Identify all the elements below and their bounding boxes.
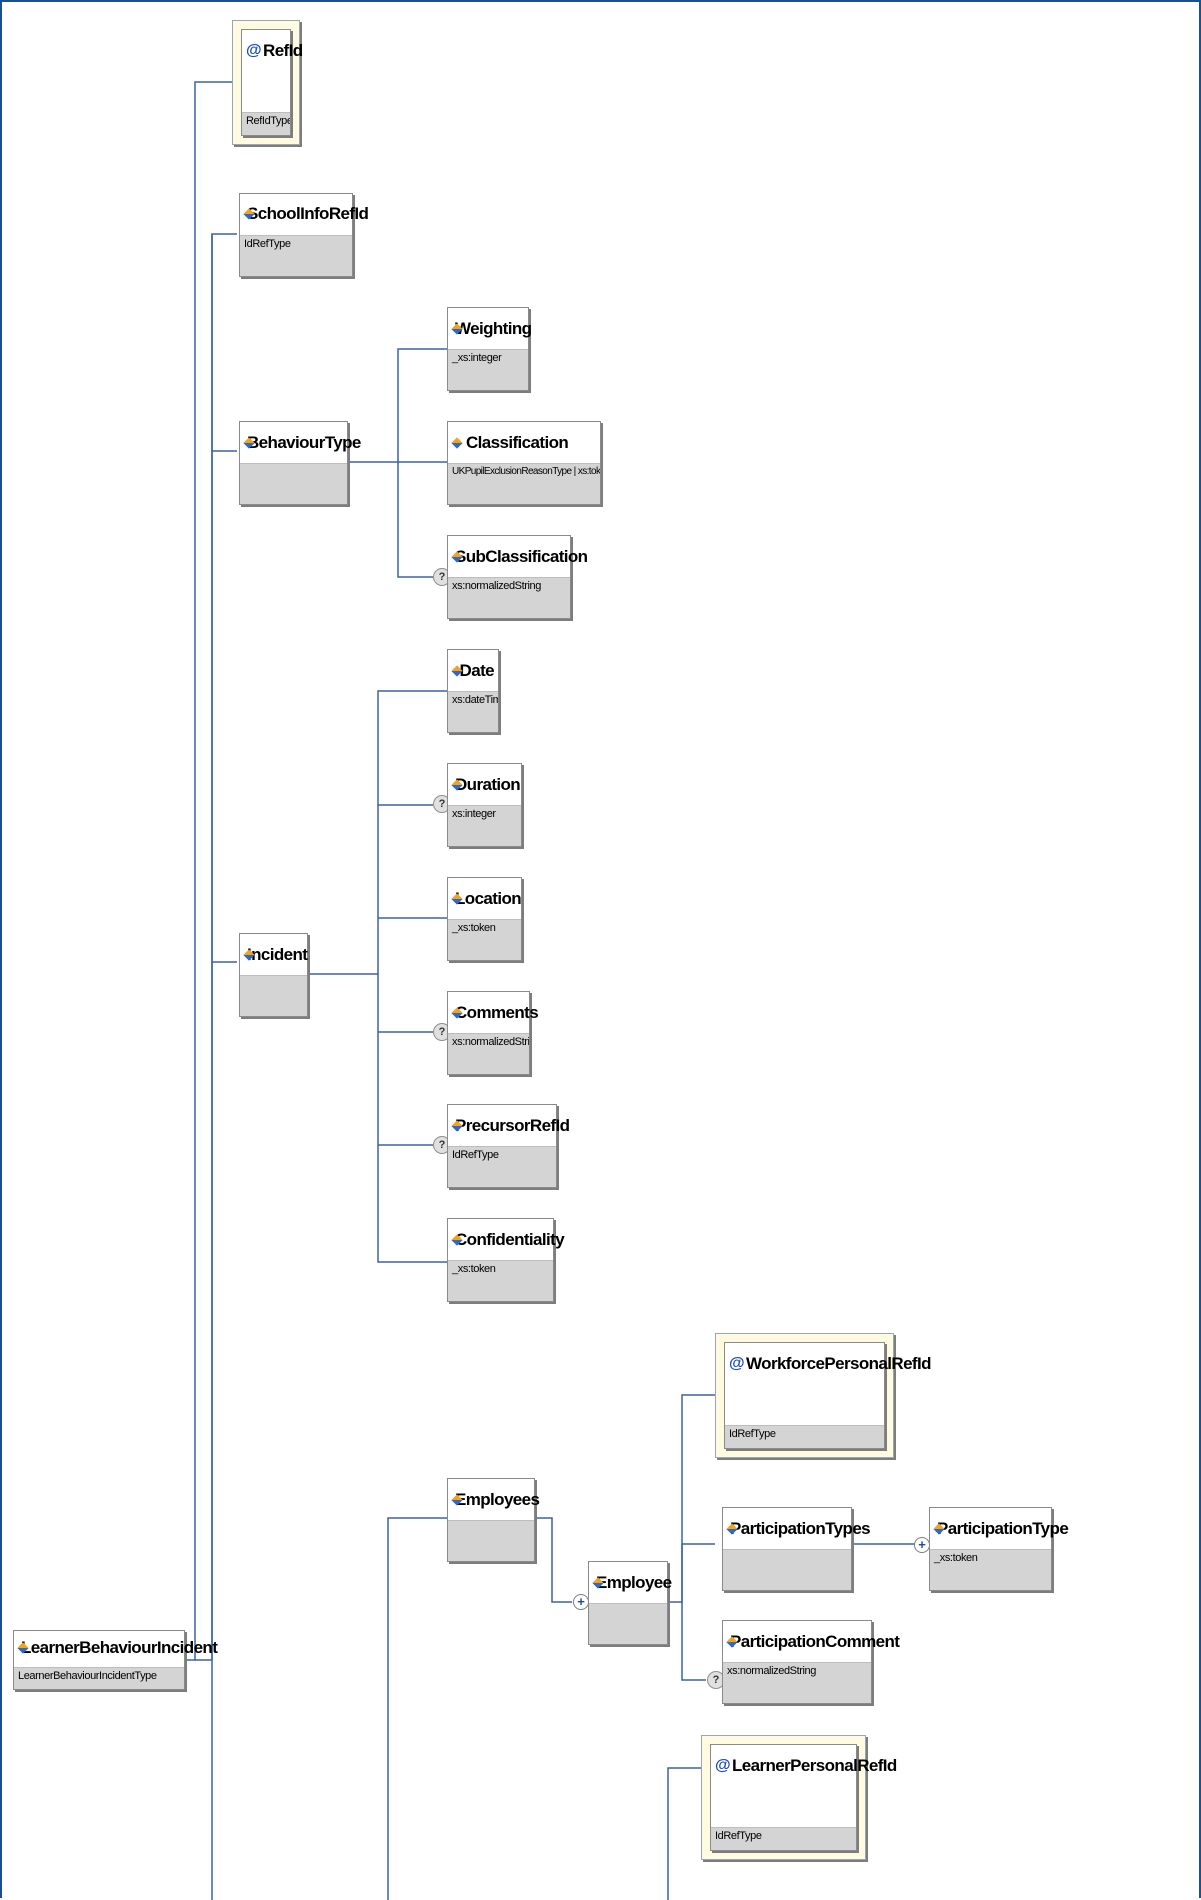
connector-employees-employee	[535, 1517, 572, 1603]
node-type: _xs:token	[448, 919, 521, 960]
node-type: RefIdType	[242, 112, 290, 135]
node-learnerbehaviourincident[interactable]: LearnerBehaviourIncident LearnerBehaviou…	[13, 1630, 218, 1690]
node-name: Classification	[466, 433, 569, 452]
node-subclassification[interactable]: SubClassification xs:normalizedString	[447, 535, 588, 619]
node-type: IdRefType	[725, 1425, 884, 1448]
node-name: Weighting	[455, 319, 532, 338]
connector-root	[185, 81, 237, 1661]
node-name: Duration	[455, 775, 521, 794]
attribute-icon: @	[246, 42, 262, 59]
node-type: _xs:token	[930, 1549, 1051, 1590]
node-type: xs:dateTime	[448, 691, 498, 732]
attribute-icon: @	[715, 1757, 731, 1774]
connector-lower-branch	[667, 1767, 701, 1900]
node-location[interactable]: Location _xs:token	[447, 877, 522, 961]
node-type	[589, 1603, 667, 1644]
node-name: Comments	[455, 1003, 539, 1022]
node-employees[interactable]: Employees	[447, 1478, 540, 1562]
node-incident[interactable]: Incident	[239, 933, 308, 1017]
node-type: IdRefType	[240, 235, 352, 276]
node-schoolinforefid[interactable]: SchoolInfoRefId IdRefType	[239, 193, 369, 277]
node-date[interactable]: Date xs:dateTime	[447, 649, 499, 733]
node-name: RefId	[263, 41, 303, 60]
node-name: WorkforcePersonalRefId	[746, 1354, 931, 1373]
connector-incident-seq	[308, 690, 447, 975]
node-type: LearnerBehaviourIncidentType	[14, 1667, 184, 1689]
connector-behaviourtype-seq	[348, 348, 447, 463]
node-type: UKPupilExclusionReasonType | xs:token	[448, 463, 600, 504]
element-icon	[452, 666, 457, 677]
node-name: ParticipationType	[937, 1519, 1069, 1538]
node-refid[interactable]: @ RefId RefIdType	[232, 20, 303, 145]
node-name: LearnerPersonalRefId	[732, 1756, 897, 1775]
connector-employee-seq3	[681, 1602, 706, 1681]
node-workforcepersonalrefid[interactable]: @ WorkforcePersonalRefId IdRefType	[715, 1333, 931, 1458]
node-participationtypes[interactable]: ParticipationTypes	[722, 1507, 871, 1591]
node-type: IdRefType	[711, 1827, 856, 1850]
node-name: BehaviourType	[247, 433, 361, 452]
node-name: PrecursorRefId	[455, 1116, 570, 1135]
node-name: Confidentiality	[455, 1230, 565, 1249]
node-type: xs:integer	[448, 805, 521, 846]
node-type: IdRefType	[448, 1146, 556, 1187]
node-type: _xs:integer	[448, 349, 528, 390]
connector-employee-seq	[668, 1394, 715, 1603]
node-name: ParticipationTypes	[730, 1519, 871, 1538]
node-duration[interactable]: Duration xs:integer	[447, 763, 522, 847]
node-type	[723, 1549, 851, 1590]
node-learnerpersonalrefid[interactable]: @ LearnerPersonalRefId IdRefType	[701, 1735, 897, 1860]
node-type	[448, 1520, 534, 1561]
node-type: xs:normalizedString	[448, 1033, 529, 1074]
node-type: xs:normalizedString	[448, 577, 570, 618]
node-name: LearnerBehaviourIncident	[21, 1638, 218, 1657]
node-name: SchoolInfoRefId	[247, 204, 369, 223]
expand-marker[interactable]: +	[573, 1594, 589, 1610]
expand-marker[interactable]: +	[914, 1537, 930, 1553]
node-name: ParticipationComment	[730, 1632, 900, 1651]
node-comments[interactable]: Comments xs:normalizedString	[447, 991, 539, 1075]
node-name: Employee	[596, 1573, 672, 1592]
node-employee[interactable]: Employee	[588, 1561, 672, 1645]
node-classification[interactable]: Classification UKPupilExclusionReasonTyp…	[447, 421, 601, 505]
node-type: _xs:token	[448, 1260, 553, 1301]
connector-incident-seq2	[377, 974, 447, 1263]
node-participationtype[interactable]: ParticipationType _xs:token	[929, 1507, 1069, 1591]
node-weighting[interactable]: Weighting _xs:integer	[447, 307, 532, 391]
connector-employees	[387, 1517, 447, 1900]
node-type	[240, 463, 347, 504]
node-name: Location	[455, 889, 522, 908]
node-name: Employees	[455, 1490, 540, 1509]
node-participationcomment[interactable]: ParticipationComment xs:normalizedString	[722, 1620, 900, 1704]
node-name: SubClassification	[455, 547, 588, 566]
node-type: xs:normalizedString	[723, 1662, 871, 1703]
node-behaviourtype[interactable]: BehaviourType	[239, 421, 361, 505]
connector-employee-seq2	[681, 1543, 715, 1602]
connector-behaviourtype-seq2	[397, 462, 433, 578]
element-icon	[452, 438, 463, 449]
node-name: Date	[459, 661, 495, 680]
node-precursorrefid[interactable]: PrecursorRefId IdRefType	[447, 1104, 570, 1188]
connector-root-lower	[195, 233, 237, 1661]
node-name: Incident	[247, 945, 308, 964]
node-confidentiality[interactable]: Confidentiality _xs:token	[447, 1218, 565, 1302]
attribute-icon: @	[729, 1355, 745, 1372]
node-type	[240, 975, 307, 1016]
